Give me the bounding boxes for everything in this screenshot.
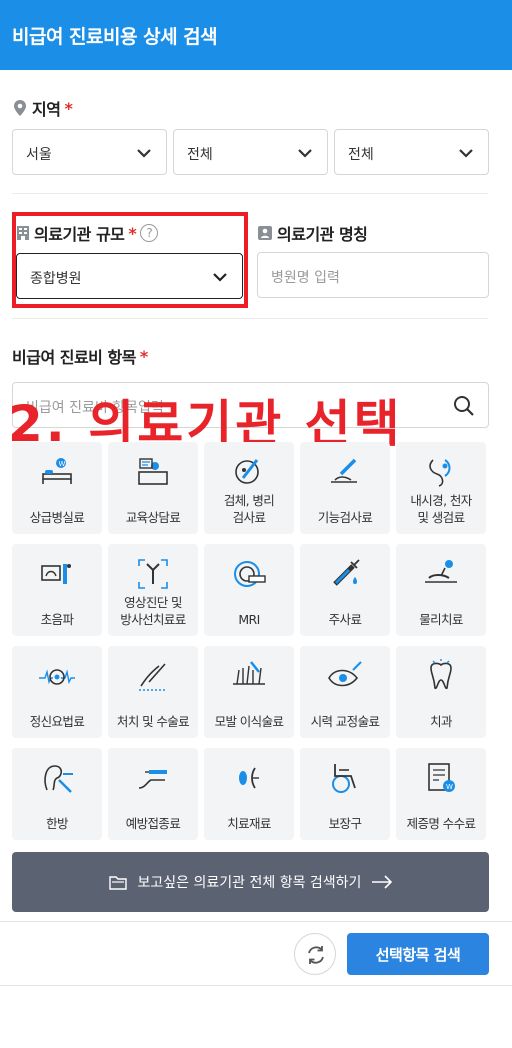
category-label: 치과 <box>430 714 452 729</box>
category-tile-certificate-fee[interactable]: W 제증명 수수료 <box>396 748 486 840</box>
chevron-down-icon <box>137 149 151 158</box>
folder-icon <box>108 876 127 890</box>
region-label-row: 지역 * <box>12 96 73 120</box>
hospital-id-icon <box>258 226 272 240</box>
category-tile-surgery[interactable]: 처치 및 수술료 <box>108 646 198 738</box>
category-tile-injection[interactable]: 주사료 <box>300 544 390 636</box>
region-district-select[interactable]: 전체 <box>173 129 328 175</box>
category-label: 영상진단 및 방사선치료료 <box>120 595 186 627</box>
footer-divider <box>0 921 512 922</box>
category-label: 검체, 병리 검사료 <box>223 493 275 525</box>
category-grid: W 상급병실료 교육상담료 검체, 병리 검사료 기능검사료 내시경, 천자 및… <box>12 442 490 840</box>
wheelchair-icon <box>332 764 356 793</box>
category-tile-specimen[interactable]: 검체, 병리 검사료 <box>204 442 294 534</box>
category-tile-physical-therapy[interactable]: 물리치료 <box>396 544 486 636</box>
category-tile-hair-transplant[interactable]: 모발 이식술료 <box>204 646 294 738</box>
page-title: 비급여 진료비용 상세 검색 <box>12 26 218 48</box>
brain-icon <box>39 669 75 685</box>
required-mark: * <box>139 346 148 366</box>
category-label: 기능검사료 <box>317 510 373 525</box>
category-tile-oriental-medicine[interactable]: 한방 <box>12 748 102 840</box>
category-tile-ultrasound[interactable]: 초음파 <box>12 544 102 636</box>
input-placeholder: 병원명 입력 <box>271 270 340 286</box>
surgery-icon <box>139 663 167 691</box>
category-tile-mri[interactable]: MRI <box>204 544 294 636</box>
refresh-icon <box>308 946 324 964</box>
category-tile-vision-correction[interactable]: 시력 교정술료 <box>300 646 390 738</box>
chevron-down-icon <box>298 149 312 158</box>
category-tile-assistive-device[interactable]: 보장구 <box>300 748 390 840</box>
vaccination-icon <box>138 770 167 789</box>
physical-therapy-icon <box>425 560 457 583</box>
category-label: 정신요법료 <box>29 714 85 729</box>
category-label: 교육상담료 <box>125 510 181 525</box>
category-label: 치료재료 <box>227 816 271 831</box>
category-tile-function-test[interactable]: 기능검사료 <box>300 442 390 534</box>
selected-item-search-button[interactable]: 선택항목 검색 <box>347 933 489 975</box>
location-pin-icon <box>14 100 26 116</box>
search-icon[interactable] <box>452 394 476 418</box>
endoscope-icon <box>429 459 451 487</box>
imaging-icon <box>138 559 168 589</box>
category-tile-endoscope[interactable]: 내시경, 천자 및 생검료 <box>396 442 486 534</box>
category-label: 내시경, 천자 및 생검료 <box>410 493 472 525</box>
category-label: 상급병실료 <box>29 510 85 525</box>
category-tile-vaccination[interactable]: 예방접종료 <box>108 748 198 840</box>
hair-transplant-icon <box>233 661 265 685</box>
chevron-down-icon <box>459 149 473 158</box>
bed-icon: W <box>42 458 72 484</box>
select-value: 전체 <box>348 147 374 163</box>
required-mark: * <box>64 98 73 118</box>
divider <box>12 193 488 194</box>
annotation-highlight-box <box>12 212 248 308</box>
category-label: 한방 <box>46 816 68 831</box>
syringe-icon <box>333 559 360 586</box>
category-label: 예방접종료 <box>125 816 181 831</box>
category-tile-dental[interactable]: 치과 <box>396 646 486 738</box>
category-tile-counseling[interactable]: 교육상담료 <box>108 442 198 534</box>
tooth-icon <box>430 659 452 690</box>
category-label: 모발 이식술료 <box>214 714 284 729</box>
function-test-icon <box>331 458 357 483</box>
full-item-search-button[interactable]: 보고싶은 의료기관 전체 항목 검색하기 <box>12 852 489 912</box>
category-tile-psychotherapy[interactable]: 정신요법료 <box>12 646 102 738</box>
category-label: 시력 교정술료 <box>310 714 380 729</box>
category-tile-private-room[interactable]: W 상급병실료 <box>12 442 102 534</box>
category-label: 처치 및 수술료 <box>116 714 190 729</box>
medical-material-icon <box>239 767 259 789</box>
full-item-search-label: 보고싶은 의료기관 전체 항목 검색하기 <box>137 875 362 891</box>
category-label: MRI <box>238 612 260 627</box>
counseling-desk-icon <box>138 458 168 485</box>
region-town-select[interactable]: 전체 <box>334 129 489 175</box>
category-tile-medical-material[interactable]: 치료재료 <box>204 748 294 840</box>
region-city-select[interactable]: 서울 <box>12 129 167 175</box>
specimen-test-icon <box>235 459 259 484</box>
footer-divider <box>0 985 512 986</box>
mri-icon <box>234 561 266 587</box>
eye-icon <box>328 661 362 687</box>
hospital-name-input[interactable]: 병원명 입력 <box>257 252 489 298</box>
divider <box>12 318 488 319</box>
certificate-icon: W <box>428 763 455 792</box>
reset-button[interactable] <box>294 933 336 975</box>
svg-text:W: W <box>59 460 66 468</box>
select-value: 전체 <box>187 147 213 163</box>
select-value: 서울 <box>26 147 52 163</box>
institution-name-label-row: 의료기관 명칭 <box>257 221 368 245</box>
items-label: 비급여 진료비 항목 <box>12 348 136 367</box>
category-tile-imaging[interactable]: 영상진단 및 방사선치료료 <box>108 544 198 636</box>
ultrasound-icon <box>41 564 71 584</box>
category-label: 제증명 수수료 <box>406 816 476 831</box>
institution-name-label: 의료기관 명칭 <box>277 225 368 244</box>
arrow-right-icon <box>372 875 393 889</box>
category-label: 초음파 <box>40 612 74 627</box>
category-label: 주사료 <box>328 612 362 627</box>
region-label: 지역 <box>32 100 61 119</box>
category-label: 물리치료 <box>419 612 463 627</box>
app-header: 비급여 진료비용 상세 검색 <box>0 0 512 70</box>
oriental-medicine-icon <box>44 765 73 793</box>
items-label-row: 비급여 진료비 항목 * <box>12 344 148 368</box>
category-label: 보장구 <box>328 816 362 831</box>
svg-text:W: W <box>446 783 453 791</box>
